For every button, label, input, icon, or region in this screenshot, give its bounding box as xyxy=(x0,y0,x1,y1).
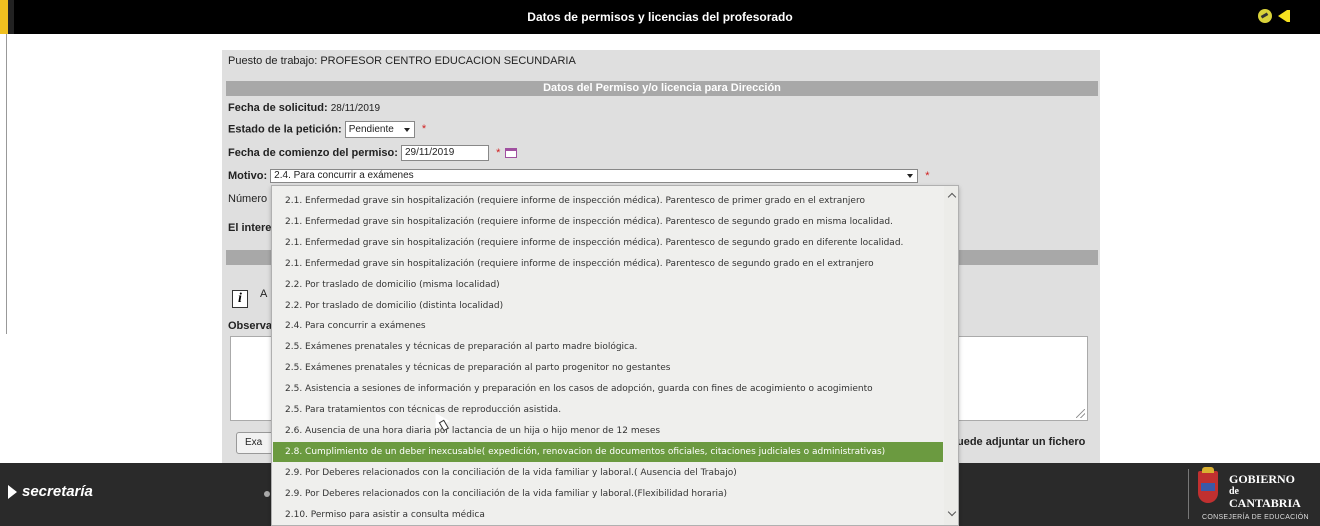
observaciones-label: Observa xyxy=(228,320,273,332)
dropdown-option[interactable]: 2.6. Ausencia de una hora diaria por lac… xyxy=(273,421,943,441)
motivo-label: Motivo: xyxy=(228,169,268,182)
dot-icon xyxy=(264,491,270,497)
motivo-value: 2.4. Para concurrir a exámenes xyxy=(274,170,414,181)
page-title: Datos de permisos y licencias del profes… xyxy=(527,10,793,24)
chevron-up-icon[interactable] xyxy=(947,192,957,202)
puesto-text: Puesto de trabajo: PROFESOR CENTRO EDUCA… xyxy=(228,55,576,67)
top-bar: Datos de permisos y licencias del profes… xyxy=(0,0,1320,34)
motivo-select[interactable]: 2.4. Para concurrir a exámenes xyxy=(270,169,919,183)
chevron-down-icon xyxy=(907,174,914,178)
numero-label: Número xyxy=(228,193,268,205)
dropdown-option[interactable]: 2.9. Por Deberes relacionados con la con… xyxy=(273,463,943,483)
resize-grip-icon[interactable] xyxy=(1076,409,1085,418)
dropdown-option[interactable]: 2.1. Enfermedad grave sin hospitalizació… xyxy=(273,254,943,274)
dropdown-option[interactable]: 2.4. Para concurrir a exámenes xyxy=(273,316,943,336)
fecha-solicitud-row: Fecha de solicitud: 28/11/2019 xyxy=(228,102,380,114)
fecha-solicitud-value: 28/11/2019 xyxy=(330,103,381,114)
dropdown-option[interactable]: 2.5. Asistencia a sesiones de informació… xyxy=(273,379,943,399)
footer-divider xyxy=(1188,469,1189,519)
examinar-button[interactable]: Exa xyxy=(236,432,276,454)
motivo-row: Motivo: 2.4. Para concurrir a exámenes * xyxy=(228,169,930,183)
required-mark: * xyxy=(421,123,427,136)
dropdown-option[interactable]: 2.1. Enfermedad grave sin hospitalizació… xyxy=(273,212,943,232)
chevron-down-icon[interactable] xyxy=(947,507,957,517)
exit-icon[interactable] xyxy=(1258,9,1272,23)
estado-value: Pendiente xyxy=(348,124,394,135)
back-arrow-icon[interactable] xyxy=(1278,10,1287,22)
dropdown-option[interactable]: 2.1. Enfermedad grave sin hospitalizació… xyxy=(273,233,943,253)
dropdown-option[interactable]: 2.8. Cumplimiento de un deber inexcusabl… xyxy=(273,441,943,462)
dropdown-option[interactable]: 2.5. Para tratamientos con técnicas de r… xyxy=(273,400,943,420)
required-mark: * xyxy=(925,169,930,182)
gov-line-4: CONSEJERÍA DE EDUCACIÓN xyxy=(1202,514,1309,521)
dropdown-option[interactable]: 2.9. Por Deberes relacionados con la con… xyxy=(273,484,943,504)
info-icon: i xyxy=(232,290,248,308)
left-divider xyxy=(6,34,7,334)
motivo-dropdown-list[interactable]: 2.1. Enfermedad grave sin hospitalizació… xyxy=(271,185,959,526)
dropdown-option[interactable]: 2.10. Permiso para asistir a consulta mé… xyxy=(273,505,943,525)
estado-label: Estado de la petición: xyxy=(228,123,342,136)
section-title: Datos del Permiso y/o licencia para Dire… xyxy=(226,81,1098,96)
calendar-icon[interactable] xyxy=(505,148,518,158)
fecha-solicitud-label: Fecha de solicitud: xyxy=(228,102,328,114)
dropdown-option[interactable]: 2.2. Por traslado de domicilio (misma lo… xyxy=(273,275,943,295)
fecha-comienzo-input[interactable]: 29/11/2019 xyxy=(401,145,489,161)
chevron-down-icon xyxy=(403,128,410,132)
dropdown-scrollbar[interactable] xyxy=(944,186,958,525)
dropdown-option[interactable]: 2.2. Por traslado de domicilio (distinta… xyxy=(273,296,943,316)
dropdown-option[interactable]: 2.5. Exámenes prenatales y técnicas de p… xyxy=(273,358,943,378)
fecha-comienzo-row: Fecha de comienzo del permiso: 29/11/201… xyxy=(228,145,518,161)
gov-line-3: CANTABRIA xyxy=(1229,496,1301,510)
estado-row: Estado de la petición: Pendiente * xyxy=(228,121,426,138)
dropdown-option[interactable]: 2.5. Exámenes prenatales y técnicas de p… xyxy=(273,337,943,357)
header-icons xyxy=(1258,9,1298,25)
play-arrow-icon xyxy=(8,485,17,499)
coat-of-arms-icon xyxy=(1198,467,1218,503)
secretaria-logo[interactable]: secretaría xyxy=(22,483,93,500)
fecha-comienzo-label: Fecha de comienzo del permiso: xyxy=(228,146,398,159)
estado-select[interactable]: Pendiente xyxy=(344,121,415,138)
attach-text: uede adjuntar un fichero xyxy=(957,436,1086,448)
back-bar-icon xyxy=(1287,10,1290,22)
required-mark: * xyxy=(496,146,501,159)
interesado-label: El intere xyxy=(228,222,272,234)
gov-line-1: GOBIERNO xyxy=(1229,472,1296,486)
dropdown-option[interactable]: 2.1. Enfermedad grave sin hospitalizació… xyxy=(273,191,943,211)
info-text: A xyxy=(260,288,268,300)
